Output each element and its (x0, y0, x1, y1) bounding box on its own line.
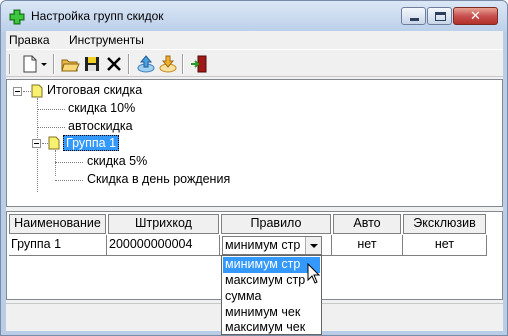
cell-auto[interactable]: нет (332, 235, 403, 256)
move-up-icon[interactable] (136, 54, 156, 74)
dropdown-option[interactable]: минимум чек (223, 305, 320, 321)
cell-barcode[interactable]: 200000000004 (107, 235, 220, 256)
app-plus-icon (9, 9, 25, 25)
dropdown-option[interactable]: минимум стр (223, 257, 320, 273)
minimize-button[interactable] (401, 7, 426, 25)
tree-line (55, 150, 56, 176)
column-header-name[interactable]: Наименование (9, 214, 106, 234)
window-title: Настройка групп скидок (31, 9, 164, 23)
tree-line (23, 91, 31, 92)
cell-name[interactable]: Группа 1 (9, 235, 107, 256)
move-down-icon[interactable] (158, 54, 178, 74)
folder-note-icon (31, 84, 43, 98)
close-button[interactable]: ✕ (453, 7, 498, 25)
column-header-auto[interactable]: Авто (333, 214, 401, 234)
cell-exclusive[interactable]: нет (403, 235, 487, 256)
tree-line (37, 109, 65, 110)
tree-node-autodiscount[interactable]: автоскидка (68, 119, 133, 133)
combobox-arrow-icon[interactable] (305, 237, 321, 254)
exit-door-icon[interactable] (189, 54, 209, 74)
rule-combobox-value: минимум стр (225, 238, 301, 252)
menu-bar: Правка Инструменты (6, 31, 503, 49)
collapse-root-icon[interactable] (13, 87, 22, 96)
toolbar-separator (53, 54, 55, 74)
tree-line (55, 162, 83, 163)
open-folder-icon[interactable] (60, 54, 80, 74)
toolbar-separator (128, 54, 130, 74)
close-icon: ✕ (470, 9, 481, 24)
minimize-icon (410, 18, 419, 21)
dropdown-option[interactable]: максимум чек (223, 320, 320, 336)
column-header-exclusive[interactable]: Эксклюзив (403, 214, 486, 234)
delete-x-icon[interactable] (104, 54, 124, 74)
toolbar-separator (182, 54, 184, 74)
mouse-pointer-icon (307, 262, 321, 285)
dropdown-option[interactable]: сумма (223, 289, 320, 305)
toolbar-grip (9, 54, 11, 74)
column-header-rule[interactable]: Правило (221, 214, 331, 234)
maximize-button[interactable] (427, 7, 452, 25)
tree-node-birthday-discount[interactable]: Скидка в день рождения (87, 172, 230, 186)
tree-node-root[interactable]: Итоговая скидка (47, 83, 142, 97)
title-bar[interactable]: Настройка групп скидок ✕ (1, 1, 507, 31)
dropdown-arrow-icon[interactable] (39, 54, 49, 74)
maximize-icon (435, 12, 446, 21)
tree-node-discount-5[interactable]: скидка 5% (87, 154, 147, 168)
tree-line (37, 127, 65, 128)
new-document-icon[interactable] (20, 54, 40, 74)
tree-line (55, 180, 83, 181)
save-disk-icon[interactable] (82, 54, 102, 74)
discount-tree[interactable]: Итоговая скидка скидка 10% автоскидка Гр… (6, 79, 503, 207)
rule-combobox[interactable]: минимум стр (222, 236, 322, 255)
menu-edit[interactable]: Правка (9, 33, 50, 47)
tree-node-group-1[interactable]: Группа 1 (63, 135, 120, 151)
toolbar (6, 49, 503, 77)
collapse-group-icon[interactable] (32, 139, 41, 148)
folder-note-icon (48, 136, 60, 150)
column-header-barcode[interactable]: Штрихкод (108, 214, 219, 234)
menu-tools[interactable]: Инструменты (69, 33, 144, 47)
tree-node-discount-10[interactable]: скидка 10% (68, 101, 135, 115)
dropdown-option[interactable]: максимум стр (223, 273, 320, 289)
